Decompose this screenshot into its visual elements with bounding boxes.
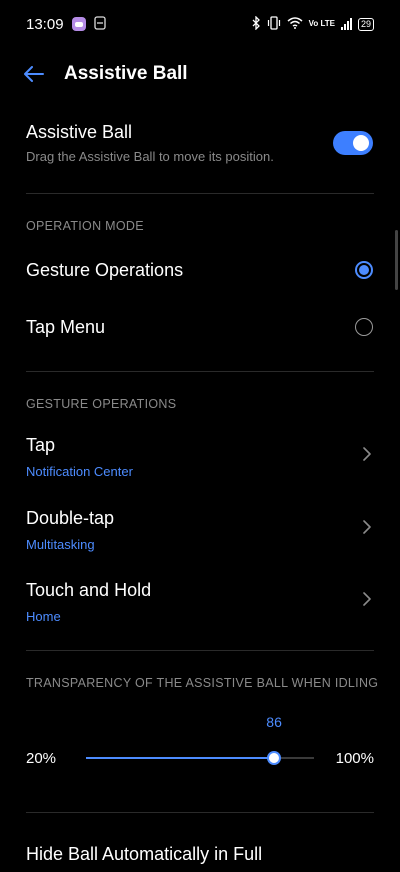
gesture-value: Home: [26, 609, 61, 624]
status-right: Vo LTE 29: [251, 14, 374, 33]
chevron-right-icon: [360, 520, 374, 534]
gesture-operations-radio[interactable]: [355, 261, 373, 279]
divider: [26, 650, 374, 651]
slider-thumb[interactable]: [267, 751, 282, 765]
gesture-item-tap[interactable]: Tap Notification Center: [0, 425, 400, 487]
gesture-value: Notification Center: [26, 464, 133, 479]
divider: [26, 812, 374, 813]
gesture-value: Multitasking: [26, 537, 95, 552]
transparency-slider[interactable]: [86, 751, 314, 765]
bluetooth-icon: [251, 14, 261, 33]
gesture-operations-label: GESTURE OPERATIONS: [26, 397, 177, 411]
app-notification-icon: [71, 17, 86, 31]
status-time: 13:09: [26, 15, 64, 33]
assistive-ball-title: Assistive Ball: [26, 122, 133, 142]
gesture-item-double-tap[interactable]: Double-tap Multitasking: [0, 498, 400, 560]
chevron-right-icon: [360, 447, 374, 461]
battery-icon: 29: [357, 17, 374, 31]
tap-menu-radio[interactable]: [355, 318, 373, 336]
hide-ball-title: Hide Ball Automatically in Full: [26, 844, 263, 864]
status-bar: 13:09 Vo LTE 29: [0, 0, 400, 48]
assistive-ball-switch[interactable]: [333, 131, 373, 155]
option-gesture-operations[interactable]: Gesture Operations: [0, 248, 400, 294]
back-button[interactable]: [22, 62, 46, 86]
slider-max-label: 100%: [335, 750, 374, 767]
divider: [26, 193, 374, 194]
do-not-disturb-icon: [93, 15, 106, 33]
slider-min-label: 20%: [26, 750, 57, 767]
assistive-ball-description: Drag the Assistive Ball to move its posi…: [26, 149, 274, 164]
scrollbar[interactable]: [395, 230, 398, 290]
status-left: 13:09: [26, 16, 106, 33]
option-label: Gesture Operations: [26, 260, 184, 280]
gesture-item-touch-and-hold[interactable]: Touch and Hold Home: [0, 570, 400, 632]
switch-knob: [353, 135, 369, 151]
chevron-right-icon: [360, 592, 374, 606]
operation-mode-label: OPERATION MODE: [26, 219, 144, 233]
gesture-title: Double-tap: [26, 508, 115, 528]
volte-indicator: Vo LTE: [308, 19, 335, 28]
divider: [26, 371, 374, 372]
page-title: Assistive Ball: [64, 63, 188, 84]
signal-icon: [340, 18, 352, 30]
option-tap-menu[interactable]: Tap Menu: [0, 305, 400, 351]
back-arrow-icon: [24, 66, 44, 82]
transparency-label: TRANSPARENCY OF THE ASSISTIVE BALL WHEN …: [26, 676, 379, 690]
hide-ball-row[interactable]: Hide Ball Automatically in Full: [0, 832, 400, 872]
vibrate-icon: [267, 15, 281, 33]
battery-level: 29: [360, 18, 371, 29]
gesture-title: Touch and Hold: [26, 580, 152, 600]
gesture-title: Tap: [26, 435, 56, 455]
option-label: Tap Menu: [26, 317, 106, 337]
wifi-icon: [287, 16, 303, 32]
slider-value: 86: [266, 714, 282, 730]
app-header: Assistive Ball: [0, 52, 400, 96]
transparency-slider-area: 86 20% 100%: [0, 710, 400, 780]
slider-fill: [86, 757, 275, 759]
